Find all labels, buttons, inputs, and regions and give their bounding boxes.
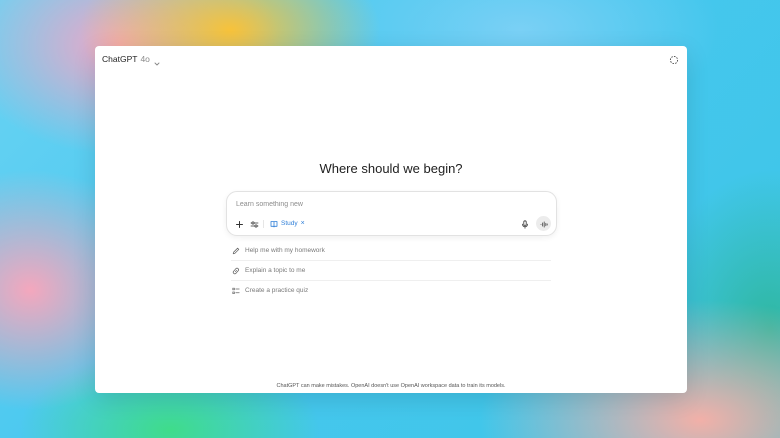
voice-mode-button[interactable] <box>536 216 551 231</box>
checklist-icon <box>231 286 240 295</box>
suggestion-list: Help me with my homework Explain a topic… <box>231 241 551 300</box>
dashed-circle-icon[interactable] <box>669 52 679 65</box>
chevron-down-icon <box>153 55 161 66</box>
toolbar-divider <box>263 220 264 228</box>
link-icon <box>231 266 240 275</box>
model-name: ChatGPT <box>102 54 138 64</box>
sliders-icon[interactable] <box>249 219 259 229</box>
disclaimer-footer: ChatGPT can make mistakes. OpenAI doesn'… <box>276 383 506 389</box>
microphone-icon[interactable] <box>520 219 530 229</box>
suggestion-homework[interactable]: Help me with my homework <box>231 241 551 261</box>
close-icon[interactable]: × <box>301 220 305 227</box>
composer: Study × <box>226 191 557 236</box>
suggestion-practice-quiz[interactable]: Create a practice quiz <box>231 281 551 300</box>
voice-mode-icon <box>540 215 548 233</box>
suggestion-label: Explain a topic to me <box>245 267 306 274</box>
model-switcher[interactable]: ChatGPT 4o <box>102 52 161 66</box>
chat-window: ChatGPT 4o Where should we begin? Learn … <box>95 46 687 393</box>
model-version: 4o <box>140 54 150 64</box>
pencil-icon <box>231 246 240 255</box>
study-chip[interactable]: Study × <box>270 218 305 229</box>
book-icon <box>270 215 278 233</box>
suggestion-label: Create a practice quiz <box>245 287 309 294</box>
page-title: Where should we begin? <box>319 161 463 176</box>
prompt-input[interactable] <box>236 198 496 210</box>
suggestion-explain-topic[interactable]: Explain a topic to me <box>231 261 551 281</box>
plus-icon[interactable] <box>234 219 244 229</box>
suggestion-label: Help me with my homework <box>245 247 325 254</box>
study-chip-label: Study <box>281 220 298 227</box>
